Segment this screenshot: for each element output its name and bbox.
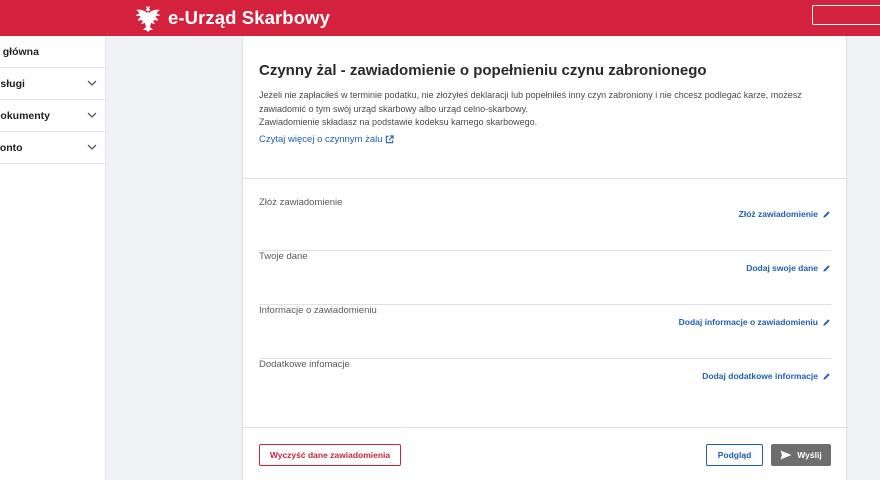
read-more-label: Czytaj więcej o czynnym żalu <box>259 134 383 145</box>
add-notification-info-link[interactable]: Dodaj informacje o zawiadomieniu <box>679 317 831 327</box>
section-notification-info: Informacje o zawiadomieniu Dodaj informa… <box>259 305 831 359</box>
sidebar-item-label: a główna <box>0 45 39 58</box>
read-more-link[interactable]: Czytaj więcej o czynnym żalu <box>259 134 394 145</box>
sidebar-item-label: usługi <box>0 77 25 90</box>
brand-title: e-Urząd Skarbowy <box>168 7 330 28</box>
clear-notification-button[interactable]: Wyczyść dane zawiadomienia <box>259 444 401 466</box>
chevron-down-icon <box>87 80 97 86</box>
add-additional-info-link[interactable]: Dodaj dodatkowe informacje <box>702 371 831 381</box>
page-title: Czynny żal - zawiadomienie o popełnieniu… <box>259 62 707 79</box>
preview-button[interactable]: Podgląd <box>706 444 763 466</box>
add-your-data-link[interactable]: Dodaj swoje dane <box>746 263 831 273</box>
divider <box>243 178 848 179</box>
chevron-down-icon <box>87 112 97 118</box>
logo[interactable]: e-Urząd Skarbowy <box>130 0 330 36</box>
external-link-icon <box>385 135 394 144</box>
sidebar-item-account[interactable]: konto <box>0 132 105 164</box>
chevron-down-icon <box>87 144 97 150</box>
sidebar-item-label: dokumenty <box>0 109 51 122</box>
description-paragraph: Jeżeli nie zapłaciłeś w terminie podatku… <box>259 90 802 114</box>
section-label: Dodatkowe infomacje <box>259 359 350 370</box>
sidebar-item-services[interactable]: usługi <box>0 68 105 100</box>
action-label: Dodaj informacje o zawiadomieniu <box>678 317 818 327</box>
section-label: Informacje o zawiadomieniu <box>259 305 377 316</box>
section-label: Złóż zawiadomienie <box>259 197 343 208</box>
main-card: Czynny żal - zawiadomienie o popełnieniu… <box>242 36 848 480</box>
header-user-button[interactable] <box>812 5 880 25</box>
section-label: Twoje dane <box>259 251 308 262</box>
send-arrow-icon <box>780 450 792 460</box>
pencil-icon <box>823 210 830 218</box>
sidebar-item-label: konto <box>0 141 23 154</box>
divider <box>243 427 848 428</box>
section-your-data: Twoje dane Dodaj swoje dane <box>259 251 831 305</box>
description-paragraph: Zawiadomienie składasz na podstawie kode… <box>259 117 538 127</box>
pencil-icon <box>823 372 830 380</box>
section-submit: Złóż zawiadomienie Złóż zawiadomienie <box>259 197 831 251</box>
sidebar-item-home[interactable]: a główna <box>0 36 105 68</box>
pencil-icon <box>823 264 830 272</box>
sidebar-item-documents[interactable]: dokumenty <box>0 100 105 132</box>
submit-notification-link[interactable]: Złóż zawiadomienie <box>739 209 831 219</box>
action-label: Dodaj swoje dane <box>746 263 818 273</box>
pencil-icon <box>823 318 830 326</box>
send-button[interactable]: Wyślij <box>771 444 831 466</box>
section-additional-info: Dodatkowe infomacje Dodaj dodatkowe info… <box>259 359 831 413</box>
app-header: e-Urząd Skarbowy <box>0 0 880 36</box>
polish-eagle-icon <box>136 5 160 32</box>
send-label: Wyślij <box>797 450 822 460</box>
page-description: Jeżeli nie zapłaciłeś w terminie podatku… <box>259 89 834 130</box>
action-label: Dodaj dodatkowe informacje <box>702 371 818 381</box>
sidebar: a główna usługi dokumenty konto <box>0 36 106 480</box>
action-label: Złóż zawiadomienie <box>738 209 818 219</box>
